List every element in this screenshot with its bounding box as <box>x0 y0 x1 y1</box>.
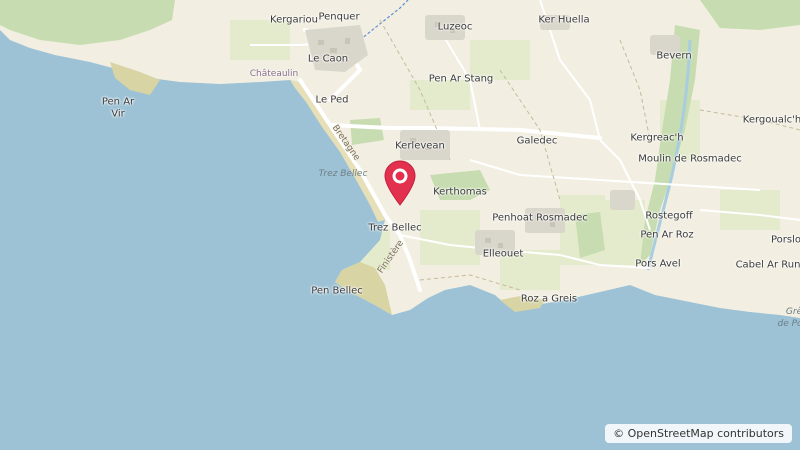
place-label: Kerthomas <box>433 186 487 198</box>
place-label: Moulin de Rosmadec <box>638 153 742 165</box>
place-label: Penquer <box>318 11 360 23</box>
attribution: © OpenStreetMap contributors <box>605 424 792 443</box>
place-label: Cabel Ar Run <box>735 259 800 271</box>
admin-boundary-label: Châteaulin <box>249 69 299 79</box>
place-label: Pors Avel <box>635 258 681 270</box>
place-label: Roz a Greis <box>520 293 578 305</box>
place-label: Pen Ar <box>101 96 135 108</box>
attribution-text[interactable]: © OpenStreetMap contributors <box>613 427 784 440</box>
place-label: Le Ped <box>315 94 349 106</box>
bay-label-line2: de Po <box>777 319 800 329</box>
place-label: Kerlevean <box>395 140 445 152</box>
place-label: Kergoualc'h <box>742 114 800 126</box>
place-label: Elleouet <box>482 248 524 260</box>
place-label: Kergariou <box>270 14 318 26</box>
place-label: Pen Bellec <box>311 285 363 297</box>
place-label: Porslo <box>770 234 800 246</box>
place-label: Penhoat Rosmadec <box>492 212 588 224</box>
map-canvas[interactable]: Kergariou Penquer Luzeoc Ker Huella Le C… <box>0 0 800 450</box>
place-label: Bevern <box>656 50 692 62</box>
place-label: Trez Bellec <box>368 222 422 234</box>
place-label: Vir <box>111 108 125 120</box>
place-label: Ker Huella <box>538 14 590 26</box>
place-label: Pen Ar Roz <box>640 229 694 241</box>
place-label: Luzeoc <box>437 21 473 33</box>
map-pin-icon[interactable] <box>382 158 418 206</box>
place-label: Galedec <box>516 135 558 147</box>
place-label: Kergreac'h <box>630 132 684 144</box>
place-label: Le Caon <box>307 53 349 65</box>
place-label: Pen Ar Stang <box>428 73 494 85</box>
bay-label-line1: Grè <box>785 307 800 317</box>
beach-label: Trez Bellec <box>318 169 368 179</box>
place-label: Rostegoff <box>645 210 693 222</box>
